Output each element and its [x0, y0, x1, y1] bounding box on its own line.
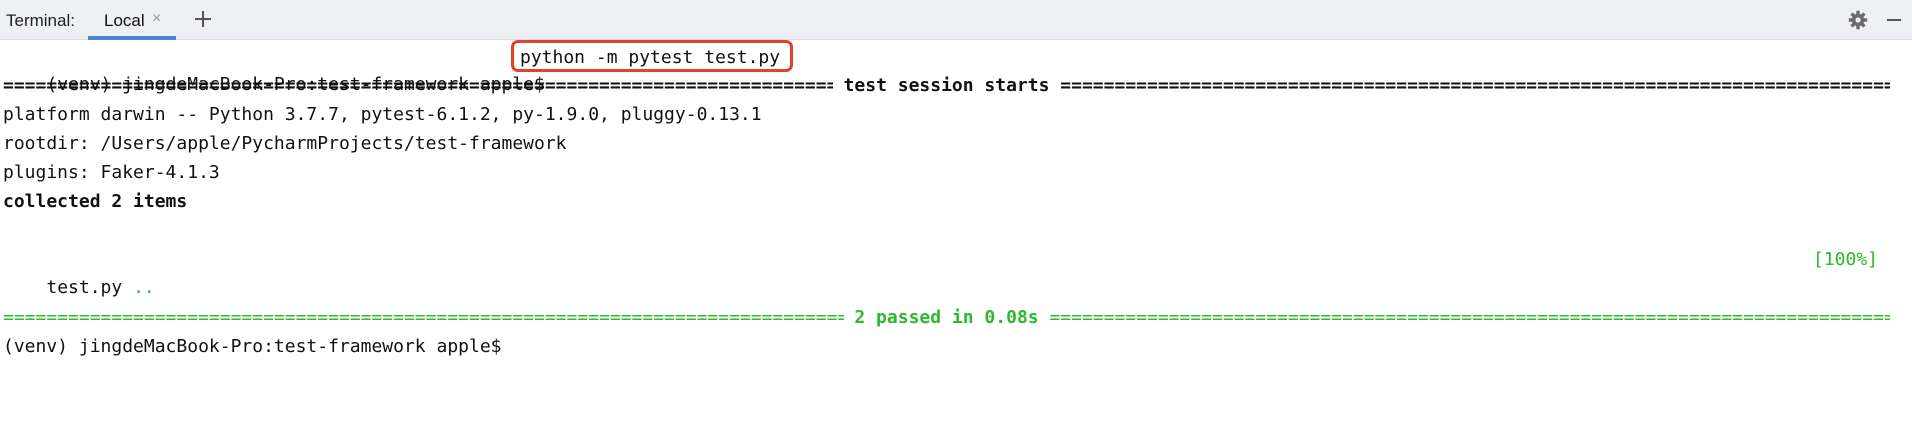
plugins-line: plugins: Faker-4.1.3	[3, 162, 220, 183]
separator-left: ========================================…	[3, 307, 844, 328]
rootdir-line: rootdir: /Users/apple/PycharmProjects/te…	[3, 133, 567, 154]
gear-icon[interactable]	[1848, 10, 1868, 30]
close-icon[interactable]: ×	[152, 11, 161, 27]
summary-separator: ========================================…	[3, 304, 1890, 332]
minimize-icon[interactable]	[1884, 10, 1904, 30]
session-start-label: test session starts	[832, 75, 1061, 96]
prompt-line-2: (venv) jingdeMacBook-Pro:test-framework …	[3, 336, 502, 357]
terminal-tab-bar: Terminal: Local ×	[0, 0, 1912, 40]
separator-right: ========================================…	[1049, 307, 1890, 328]
separator-right: ========================================…	[1060, 75, 1890, 96]
collected-line: collected 2 items	[3, 191, 188, 212]
tab-local-label: Local	[104, 11, 145, 30]
plus-icon[interactable]	[192, 8, 214, 30]
summary-label: 2 passed in 0.08s	[843, 307, 1050, 328]
terminal-label: Terminal:	[6, 11, 75, 30]
terminal-output[interactable]: (venv) jingdeMacBook-Pro:test-framework …	[0, 40, 1912, 422]
test-file: test.py	[46, 277, 123, 298]
test-percent: [100%]	[1812, 249, 1878, 270]
tab-local[interactable]: Local ×	[88, 0, 176, 40]
separator-left: ========================================…	[3, 75, 833, 96]
test-dots: ..	[133, 277, 155, 298]
session-start-separator: ========================================…	[3, 72, 1890, 100]
test-result-line: test.py ..	[3, 246, 154, 298]
platform-line: platform darwin -- Python 3.7.7, pytest-…	[3, 104, 762, 125]
prompt-line-1: (venv) jingdeMacBook-Pro:test-framework …	[3, 43, 545, 95]
highlighted-command: python -m pytest test.py	[511, 40, 794, 72]
